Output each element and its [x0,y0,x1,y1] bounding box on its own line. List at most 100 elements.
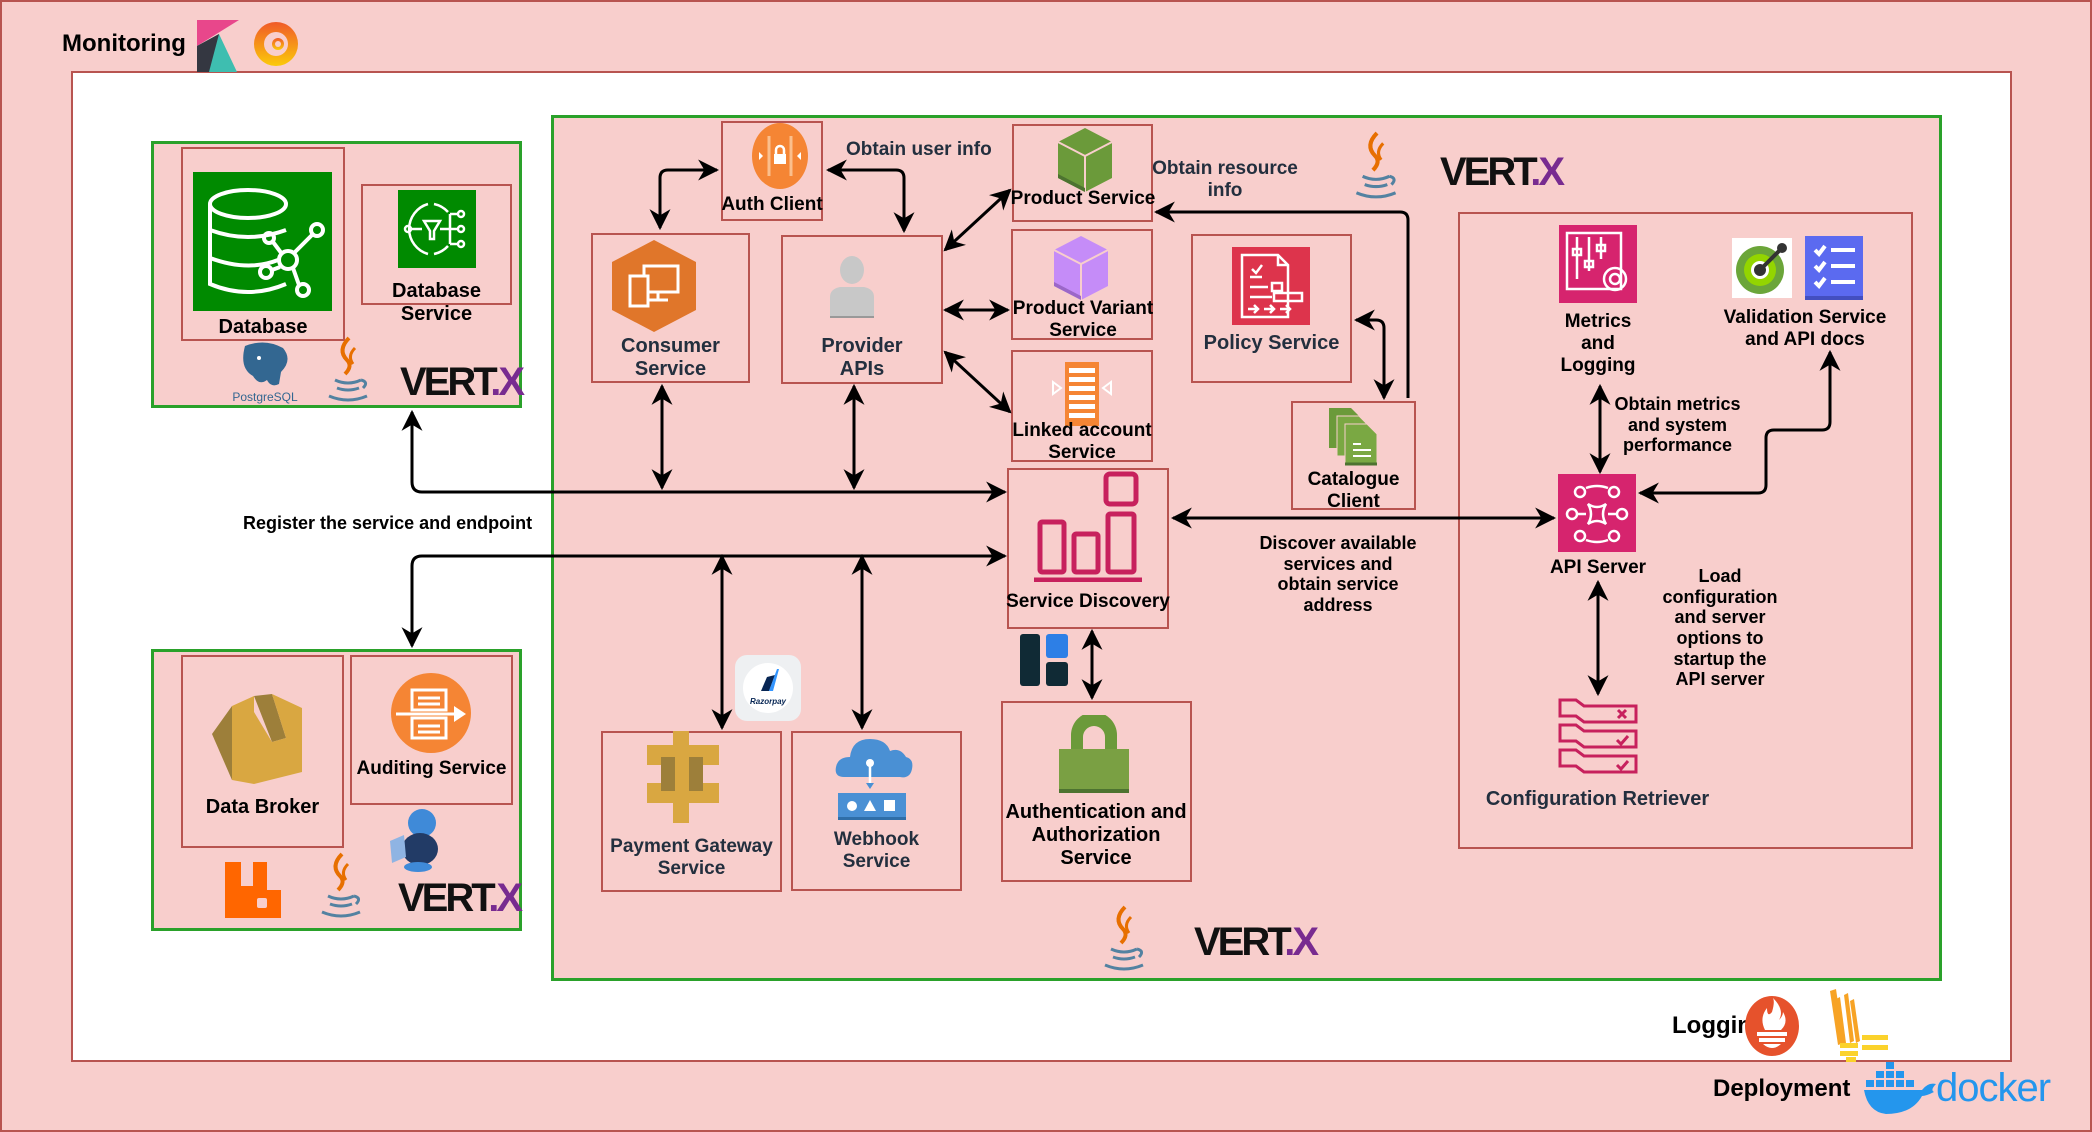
auth-client-label: Auth Client [721,194,823,215]
database-label: Database [218,316,308,338]
label-line: Product Variant [1012,298,1154,319]
label-line: performance [1622,435,1733,456]
java-icon [1104,905,1144,971]
label-line: Service [657,857,726,879]
label-line: Provider [821,335,903,357]
docker-wordmark: docker [1936,1066,2051,1110]
label-line: Authorization [1031,824,1161,846]
vertx-x: X [498,360,525,404]
label-line: obtain service [1277,574,1399,595]
consumer-service-label: Consumer Service [591,335,750,381]
label-line: Authentication and [1005,801,1187,823]
configuration-retriever-icon [1558,698,1638,774]
auth-client-icon [752,123,808,189]
kibana-icon [197,20,239,72]
label-line: Webhook [833,829,920,850]
label-line: Discover available [1259,533,1417,553]
product-variant-service-icon [1053,236,1109,300]
obtain-resource-info-label: Obtain resource info [1145,158,1305,202]
vertx-logo: VERT.X [400,360,525,405]
vertx-logo: VERT.X [398,876,523,921]
label-line: and [1581,332,1615,354]
deployment-label: Deployment [1713,1075,1851,1102]
policy-service-label: Policy Service [1203,332,1340,354]
provider-user-icon [830,256,874,318]
java-icon [1355,131,1397,199]
vertx-x: X [1292,920,1319,964]
obtain-metrics-label: Obtain metrics and system performance [1600,394,1755,456]
label-line: Service [1048,441,1116,463]
postgresql-label: PostgreSQL [232,390,298,404]
vertx-text: VERT [398,876,491,920]
vertx-x: X [1538,150,1565,194]
catalogue-client-label: Catalogue Client [1291,469,1416,513]
service-discovery-icon [1034,471,1142,582]
consul-hashicorp-icon [1020,634,1068,686]
database-service-label: Database Service [361,280,512,326]
label-line: Catalogue [1307,469,1400,490]
label-line: Service [1060,847,1132,869]
java-icon [328,336,368,402]
webhook-service-label: Webhook Service [791,829,962,873]
obtain-user-info-label: Obtain user info [846,139,992,160]
vertx-x: X [496,876,523,920]
authentication-authorization-service-label: Authentication and Authorization Service [995,801,1197,870]
rabbitmq-icon [225,862,281,918]
catalogue-client-icon [1329,408,1378,466]
openapi-icon [1732,238,1792,298]
database-icon [193,172,332,311]
payment-gateway-icon [647,731,719,823]
product-service-icon [1057,128,1113,192]
data-broker-icon [212,694,302,784]
register-service-label: Register the service and endpoint [243,513,533,533]
vertx-text: VERT [1440,150,1533,194]
grafana-loki-icon [1830,989,1888,1062]
razorpay-icon [761,669,779,691]
auditing-service-icon [391,673,471,753]
product-service-label: Product Service [1010,188,1156,209]
label-line: and server [1674,607,1766,628]
validation-service-label: Validation Service and API docs [1710,307,1900,351]
razorpay-label: Razorpay [749,697,786,706]
label-line: Obtain metrics [1614,394,1741,414]
label-line: Consumer [621,335,720,357]
label-line: APIs [839,358,885,380]
load-config-label: Load configuration and server options to… [1655,566,1785,690]
webhook-icon [835,739,913,820]
auditing-service-label: Auditing Service [356,758,507,779]
label-line: Obtain resource [1152,158,1298,179]
label-line: configuration [1662,586,1778,607]
discover-services-label: Discover available services and obtain s… [1243,533,1433,616]
api-server-label: API Server [1549,557,1647,578]
label-line: Payment Gateway [610,836,773,857]
api-server-icon [1558,474,1636,552]
label-line: Client [1327,490,1380,512]
label-line: Validation Service [1723,307,1887,328]
prometheus-icon [1745,996,1799,1056]
consumer-service-icon [612,240,696,332]
label-line: Service [1049,319,1117,341]
postgresql-icon [243,342,288,386]
label-line: and system [1627,414,1728,435]
label-line: info [1207,179,1243,201]
label-line: Metrics [1564,311,1632,332]
padlock-icon [1059,715,1129,793]
vertx-text: VERT [400,360,493,404]
docker-whale-icon [1864,1062,1936,1114]
label-line: Logging [1560,354,1636,376]
vertx-text: VERT [1194,920,1287,964]
policy-service-icon [1232,247,1310,325]
label-line: API server [1675,669,1765,690]
jenkins-x-mascot-icon [390,809,438,872]
metrics-logging-label: Metrics and Logging [1528,311,1668,377]
razorpay-logo: Razorpay [735,655,801,721]
label-line: Linked account [1012,420,1152,441]
label-line: services and [1283,553,1393,574]
monitoring-label: Monitoring [62,30,186,57]
java-icon [321,852,361,918]
label-line: Load [1698,566,1742,586]
label-line: startup the [1673,648,1767,669]
grafana-icon [254,22,298,66]
label-line: Database [392,280,481,302]
database-service-icon [398,190,476,268]
